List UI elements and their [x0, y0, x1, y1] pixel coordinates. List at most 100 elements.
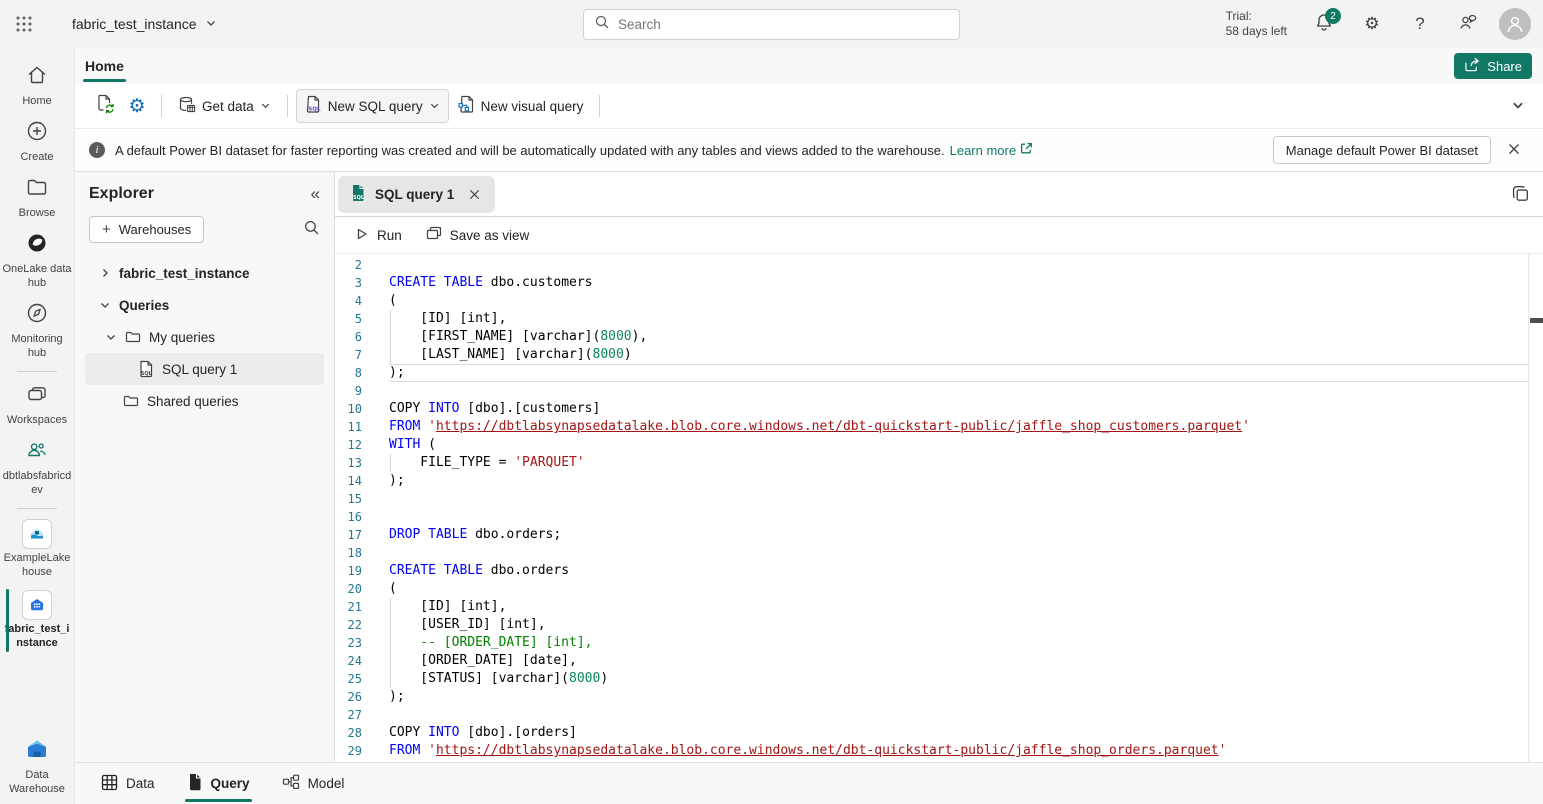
- chev-down-icon[interactable]: [99, 299, 111, 311]
- info-icon: i: [89, 142, 105, 158]
- save-as-view-button[interactable]: Save as view: [416, 221, 540, 250]
- visual-query-document-icon: [457, 95, 475, 117]
- code-line[interactable]: 14);: [335, 472, 1543, 490]
- rail-item-create[interactable]: Create: [0, 114, 75, 170]
- close-tab-icon[interactable]: [463, 183, 485, 205]
- share-button[interactable]: Share: [1454, 53, 1532, 79]
- code-link[interactable]: https://dbtlabsynapsedatalake.blob.core.…: [436, 743, 1219, 758]
- view-tab-data[interactable]: Data: [99, 765, 157, 803]
- manage-default-dataset-button[interactable]: Manage default Power BI dataset: [1273, 136, 1491, 164]
- code-line[interactable]: 27: [335, 706, 1543, 724]
- line-number: 15: [335, 490, 389, 508]
- rail-item-onelake-data-hub[interactable]: OneLake data hub: [0, 226, 75, 296]
- line-number: 18: [335, 544, 389, 562]
- add-warehouses-button[interactable]: + Warehouses: [89, 216, 204, 243]
- explorer-search-icon[interactable]: [303, 219, 320, 241]
- new-sql-query-button[interactable]: SQL New SQL query: [296, 89, 449, 123]
- tab-list-icon[interactable]: [1511, 185, 1529, 208]
- code-line[interactable]: 22 [USER_ID] [int],: [335, 616, 1543, 634]
- explorer-tree-item-my-queries[interactable]: My queries: [85, 321, 324, 353]
- code-line[interactable]: 12WITH (: [335, 436, 1543, 454]
- code-text: [LAST_NAME] [varchar](8000): [389, 346, 632, 364]
- rail-item-browse[interactable]: Browse: [0, 170, 75, 226]
- app-launcher-icon[interactable]: [0, 0, 48, 48]
- code-line[interactable]: 19CREATE TABLE dbo.orders: [335, 562, 1543, 580]
- chev-down-icon[interactable]: [105, 331, 117, 343]
- code-line[interactable]: 5 [ID] [int],: [335, 310, 1543, 328]
- code-token: DROP TABLE: [389, 527, 467, 542]
- code-line[interactable]: 15: [335, 490, 1543, 508]
- code-line[interactable]: 11FROM 'https://dbtlabsynapsedatalake.bl…: [335, 418, 1543, 436]
- chevron-down-icon: [260, 99, 271, 114]
- settings-button[interactable]: ⚙: [1355, 7, 1389, 41]
- rail-item-dbtlabsfabricdev[interactable]: dbtlabsfabricdev: [0, 433, 75, 503]
- global-search[interactable]: [583, 9, 960, 40]
- rail-item-workspaces[interactable]: Workspaces: [0, 377, 75, 433]
- explorer-tree-item-queries[interactable]: Queries: [85, 289, 324, 321]
- explorer-tree-item-fabric-test-instance[interactable]: fabric_test_instance: [85, 257, 324, 289]
- code-line[interactable]: 13 FILE_TYPE = 'PARQUET': [335, 454, 1543, 472]
- folder-icon: [125, 329, 141, 345]
- collapse-panel-icon[interactable]: «: [311, 184, 320, 204]
- trial-status[interactable]: Trial: 58 days left: [1226, 9, 1287, 39]
- code-line[interactable]: 9: [335, 382, 1543, 400]
- line-number: 10: [335, 400, 389, 418]
- code-line[interactable]: 23 -- [ORDER_DATE] [int],: [335, 634, 1543, 652]
- code-line[interactable]: 8);: [335, 364, 1543, 382]
- code-line[interactable]: 3CREATE TABLE dbo.customers: [335, 274, 1543, 292]
- code-line[interactable]: 17DROP TABLE dbo.orders;: [335, 526, 1543, 544]
- code-link[interactable]: https://dbtlabsynapsedatalake.blob.core.…: [436, 419, 1242, 434]
- notifications-button[interactable]: 2: [1307, 7, 1341, 41]
- indent-guide: [390, 652, 391, 670]
- collapse-ribbon-chevron[interactable]: [1511, 98, 1525, 117]
- line-number: 11: [335, 418, 389, 436]
- rail-item-home[interactable]: Home: [0, 58, 75, 114]
- code-line[interactable]: 26);: [335, 688, 1543, 706]
- search-input[interactable]: [618, 17, 949, 32]
- code-text: FILE_TYPE = 'PARQUET': [389, 454, 585, 472]
- top-bar: fabric_test_instance Trial: 58 days left…: [0, 0, 1543, 48]
- explorer-tree-item-sql-query-1[interactable]: SQLSQL query 1: [85, 353, 324, 385]
- view-tab-model[interactable]: Model: [280, 765, 347, 802]
- code-line[interactable]: 20(: [335, 580, 1543, 598]
- code-line[interactable]: 16: [335, 508, 1543, 526]
- tab-home[interactable]: Home: [83, 52, 126, 80]
- code-line[interactable]: 2: [335, 256, 1543, 274]
- code-token: [FIRST_NAME] [varchar](: [389, 329, 600, 344]
- learn-more-link[interactable]: Learn more: [950, 142, 1033, 158]
- code-line[interactable]: 25 [STATUS] [varchar](8000): [335, 670, 1543, 688]
- code-line[interactable]: 7 [LAST_NAME] [varchar](8000): [335, 346, 1543, 364]
- code-line[interactable]: 6 [FIRST_NAME] [varchar](8000),: [335, 328, 1543, 346]
- code-line[interactable]: 24 [ORDER_DATE] [date],: [335, 652, 1543, 670]
- code-token: ): [624, 347, 632, 362]
- code-line[interactable]: 28COPY INTO [dbo].[orders]: [335, 724, 1543, 742]
- code-line[interactable]: 4(: [335, 292, 1543, 310]
- workspace-switcher[interactable]: fabric_test_instance: [72, 16, 217, 32]
- rail-item-label: ExampleLakehouse: [2, 551, 72, 579]
- rail-item-fabric-test-instance[interactable]: fabric_test_instance: [0, 585, 75, 656]
- code-line[interactable]: 10COPY INTO [dbo].[customers]: [335, 400, 1543, 418]
- feedback-button[interactable]: [1451, 7, 1485, 41]
- code-line[interactable]: 29FROM 'https://dbtlabsynapsedatalake.bl…: [335, 742, 1543, 760]
- new-visual-query-button[interactable]: New visual query: [449, 90, 592, 122]
- code-line[interactable]: 21 [ID] [int],: [335, 598, 1543, 616]
- view-tab-query[interactable]: Query: [185, 764, 252, 803]
- new-report-refresh-button[interactable]: [89, 90, 121, 122]
- help-button[interactable]: ?: [1403, 7, 1437, 41]
- account-avatar[interactable]: [1499, 8, 1531, 40]
- warehouse-settings-button[interactable]: ⚙: [121, 90, 153, 122]
- explorer-panel: Explorer « + Warehouses fabric_test_inst…: [75, 172, 335, 762]
- code-line[interactable]: 18: [335, 544, 1543, 562]
- rail-item-monitoring-hub[interactable]: Monitoring hub: [0, 296, 75, 366]
- code-text: COPY INTO [dbo].[orders]: [389, 724, 577, 742]
- sql-code-editor[interactable]: 23CREATE TABLE dbo.customers4(5 [ID] [in…: [335, 254, 1543, 762]
- code-token: ),: [632, 329, 648, 344]
- get-data-button[interactable]: Get data: [170, 91, 279, 122]
- run-query-button[interactable]: Run: [345, 222, 412, 249]
- rail-item-examplelakehouse[interactable]: ExampleLakehouse: [0, 514, 75, 585]
- banner-close-button[interactable]: [1499, 135, 1529, 165]
- tab-sql-query-1[interactable]: SQL SQL query 1: [338, 176, 495, 213]
- chev-right-icon[interactable]: [99, 267, 111, 279]
- explorer-tree-item-shared-queries[interactable]: Shared queries: [85, 385, 324, 417]
- rail-item-data-warehouse[interactable]: Data Warehouse: [0, 732, 75, 802]
